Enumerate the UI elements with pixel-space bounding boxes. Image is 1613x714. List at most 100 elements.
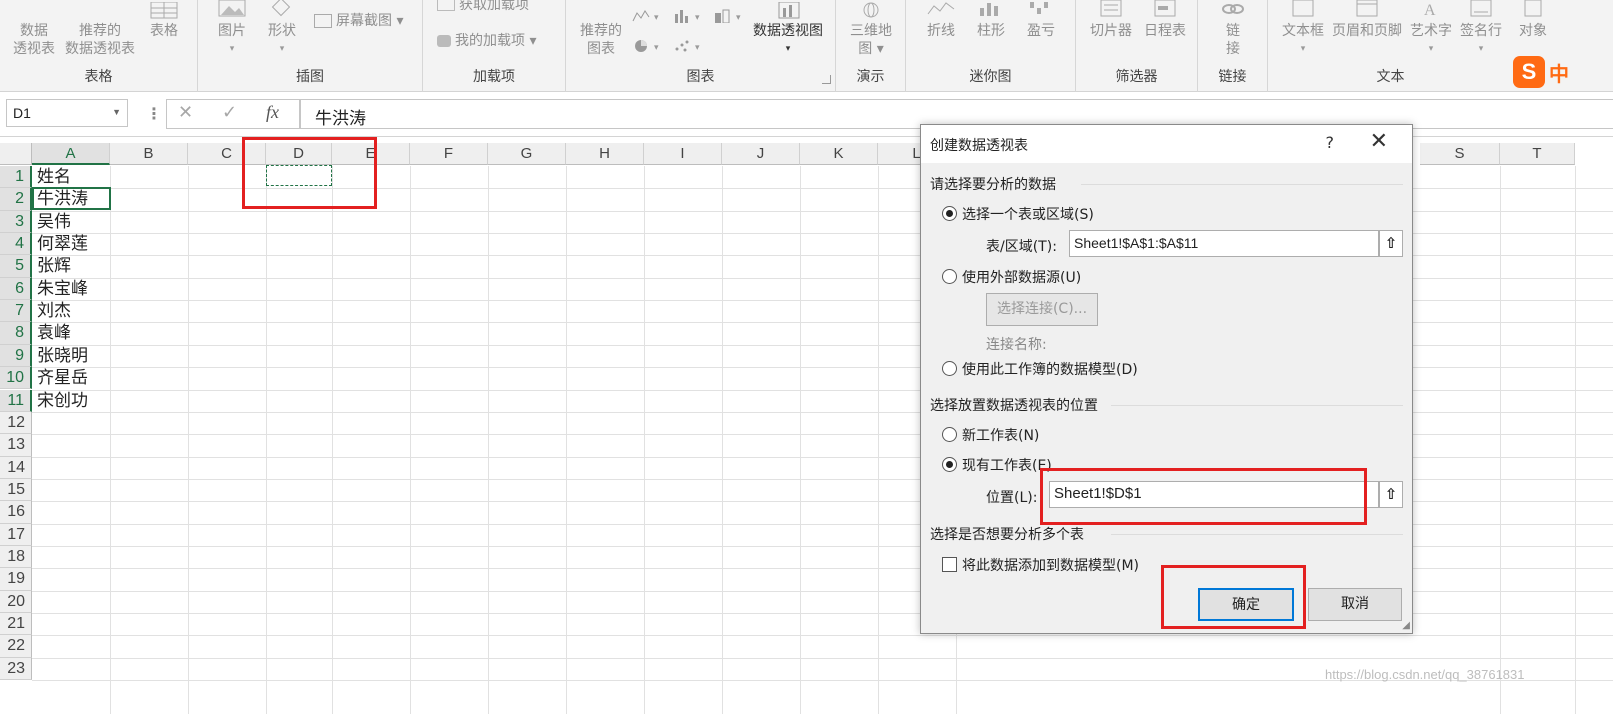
wordart-button[interactable]: A 艺术字 ▾	[1408, 0, 1454, 58]
row-header-6[interactable]: 6	[0, 277, 32, 301]
cell-a8[interactable]: 袁峰	[33, 322, 110, 344]
radio-new-worksheet[interactable]	[942, 427, 957, 442]
row-header-18[interactable]: 18	[0, 545, 32, 569]
textbox-button[interactable]: 文本框 ▾	[1278, 0, 1328, 58]
create-pivottable-dialog: 创建数据透视表 ? ✕ 请选择要分析的数据 选择一个表或区域(S) 表/区域(T…	[920, 124, 1413, 634]
row-header-3[interactable]: 3	[0, 210, 32, 234]
radio-existing-worksheet-label[interactable]: 现有工作表(E)	[962, 455, 1052, 475]
column-header-s[interactable]: S	[1420, 143, 1500, 165]
row-header-20[interactable]: 20	[0, 590, 32, 613]
row-header-5[interactable]: 5	[0, 255, 32, 278]
row-header-4[interactable]: 4	[0, 233, 32, 256]
collapse-location-icon[interactable]: ⇧	[1379, 481, 1403, 508]
pivotchart-button[interactable]: 数据透视图 ▾	[746, 0, 830, 58]
table-button[interactable]: 表格	[140, 0, 188, 40]
scatter-chart-icon[interactable]	[673, 39, 691, 53]
row-header-19[interactable]: 19	[0, 568, 32, 591]
table-range-input[interactable]: Sheet1!$A$1:$A$11	[1069, 230, 1379, 257]
enter-entry-icon[interactable]: ✓	[222, 102, 237, 123]
add-to-data-model-checkbox[interactable]	[942, 557, 957, 572]
dialog-launcher-icon[interactable]	[822, 75, 831, 84]
3d-map-button[interactable]: 三维地 图 ▾	[842, 0, 900, 58]
slicer-button[interactable]: 切片器	[1084, 0, 1138, 40]
row-header-22[interactable]: 22	[0, 635, 32, 658]
cell-a7[interactable]: 刘杰	[33, 300, 110, 322]
timeline-button[interactable]: 日程表	[1138, 0, 1192, 40]
row-header-8[interactable]: 8	[0, 322, 32, 345]
cancel-entry-icon[interactable]: ✕	[178, 102, 193, 123]
row-header-9[interactable]: 9	[0, 344, 32, 368]
row-header-23[interactable]: 23	[0, 657, 32, 681]
row-header-10[interactable]: 10	[0, 367, 32, 390]
column-header-h[interactable]: H	[566, 143, 644, 165]
cell-a5[interactable]: 张辉	[33, 255, 110, 277]
help-icon[interactable]: ?	[1326, 133, 1335, 152]
row-header-12[interactable]: 12	[0, 411, 32, 435]
recommended-charts-button[interactable]: 推荐的 图表	[572, 0, 630, 58]
cell-a4[interactable]: 何翠莲	[33, 233, 110, 255]
column-header-g[interactable]: G	[488, 143, 566, 165]
row-header-21[interactable]: 21	[0, 613, 32, 636]
column-header-a[interactable]: A	[32, 143, 110, 165]
sogou-ime-indicator[interactable]: S 中	[1513, 56, 1613, 88]
row-header-16[interactable]: 16	[0, 501, 32, 524]
name-box-dropdown-icon[interactable]: ▼	[112, 107, 121, 117]
collapse-range-icon[interactable]: ⇧	[1379, 230, 1403, 257]
get-addins-button[interactable]: 获取加载项	[437, 0, 529, 14]
hierarchy-chart-icon[interactable]	[714, 9, 732, 24]
column-header-f[interactable]: F	[410, 143, 488, 165]
cell-a1[interactable]: 姓名	[33, 166, 110, 188]
link-button[interactable]: 链 接	[1210, 0, 1256, 58]
row-header-11[interactable]: 11	[0, 389, 32, 412]
signature-line-button[interactable]: 签名行 ▾	[1456, 0, 1506, 58]
cell-a6[interactable]: 朱宝峰	[33, 278, 110, 300]
column-header-i[interactable]: I	[644, 143, 722, 165]
radio-external-source[interactable]	[942, 269, 957, 284]
choose-connection-button[interactable]: 选择连接(C)...	[986, 293, 1098, 326]
pictures-button[interactable]: 图片 ▾	[208, 0, 256, 58]
column-header-j[interactable]: J	[722, 143, 800, 165]
row-header-2[interactable]: 2	[0, 188, 32, 211]
radio-select-table[interactable]	[942, 206, 957, 221]
name-box[interactable]: D1 ▼	[6, 99, 128, 127]
pivottable-button[interactable]: 数据 透视表	[8, 0, 60, 58]
row-header-14[interactable]: 14	[0, 456, 32, 479]
sparkline-column-button[interactable]: 柱形	[968, 0, 1014, 40]
shapes-button[interactable]: 形状 ▾	[258, 0, 306, 58]
line-chart-icon[interactable]	[632, 9, 650, 23]
pie-chart-icon[interactable]	[632, 39, 650, 53]
sparkline-winloss-button[interactable]: 盈亏	[1018, 0, 1064, 40]
radio-select-table-label[interactable]: 选择一个表或区域(S)	[962, 204, 1094, 224]
radio-existing-worksheet[interactable]	[942, 457, 957, 472]
column-header-k[interactable]: K	[800, 143, 878, 165]
cell-a11[interactable]: 宋创功	[33, 390, 110, 412]
radio-data-model-label[interactable]: 使用此工作簿的数据模型(D)	[962, 359, 1138, 379]
cancel-button[interactable]: 取消	[1308, 588, 1402, 621]
cell-a3[interactable]: 吴伟	[33, 211, 110, 233]
select-all-corner[interactable]	[0, 143, 32, 165]
row-header-7[interactable]: 7	[0, 300, 32, 323]
column-header-b[interactable]: B	[110, 143, 188, 165]
radio-new-worksheet-label[interactable]: 新工作表(N)	[962, 425, 1039, 445]
row-header-17[interactable]: 17	[0, 523, 32, 546]
insert-function-icon[interactable]: fx	[266, 102, 279, 123]
sparkline-line-button[interactable]: 折线	[918, 0, 964, 40]
header-footer-button[interactable]: 页眉和页脚	[1330, 0, 1404, 40]
radio-external-source-label[interactable]: 使用外部数据源(U)	[962, 267, 1081, 287]
row-header-1[interactable]: 1	[0, 166, 32, 189]
cell-a9[interactable]: 张晓明	[33, 345, 110, 367]
close-icon[interactable]: ✕	[1370, 129, 1388, 154]
screenshot-button[interactable]: 屏幕截图 ▾	[314, 10, 403, 30]
my-addins-button[interactable]: 我的加载项 ▾	[437, 30, 536, 50]
bar-chart-icon[interactable]	[673, 9, 691, 23]
radio-data-model[interactable]	[942, 361, 957, 376]
object-button[interactable]: 对象	[1510, 0, 1556, 40]
column-header-t[interactable]: T	[1500, 143, 1575, 165]
gridline	[32, 635, 1613, 637]
add-to-data-model-label[interactable]: 将此数据添加到数据模型(M)	[962, 555, 1139, 575]
row-header-15[interactable]: 15	[0, 478, 32, 502]
recommended-pivottables-button[interactable]: 推荐的 数据透视表	[60, 0, 140, 58]
row-header-13[interactable]: 13	[0, 434, 32, 457]
resize-grip-icon[interactable]: ◢	[1402, 620, 1410, 631]
cell-a10[interactable]: 齐星岳	[33, 367, 110, 389]
